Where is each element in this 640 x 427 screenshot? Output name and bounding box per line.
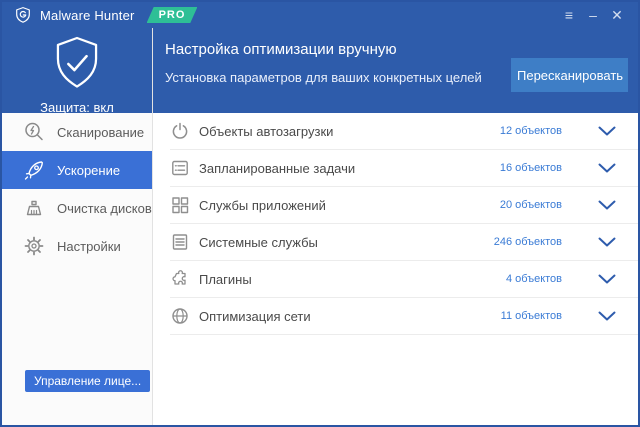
object-count: 4 объектов: [506, 273, 562, 285]
chevron-down-icon[interactable]: [598, 311, 616, 322]
object-count: 246 объектов: [494, 236, 562, 248]
window-controls: ≡ – ✕: [558, 5, 628, 25]
sidebar-item-label: Очистка дисков: [57, 201, 152, 216]
app-title: Malware Hunter: [40, 8, 135, 23]
menu-icon[interactable]: ≡: [558, 5, 580, 25]
sidebar-item-label: Ускорение: [57, 163, 120, 178]
list-item-system-services[interactable]: Системные службы 246 объектов: [170, 224, 638, 261]
protection-panel: Защита: вкл: [2, 28, 152, 113]
list-item-application-services[interactable]: Службы приложений 20 объектов: [170, 187, 638, 224]
object-count: 11 объектов: [501, 310, 562, 322]
sidebar: Защита: вкл Сканирование: [2, 28, 153, 425]
pro-badge: PRO: [147, 7, 198, 23]
task-list-icon: [170, 158, 190, 178]
object-count: 12 объектов: [500, 125, 562, 137]
list-item-label: Системные службы: [199, 235, 485, 250]
list-item-label: Плагины: [199, 272, 497, 287]
sidebar-menu: Сканирование Ускорение: [2, 113, 152, 265]
list-item-label: Запланированные задачи: [199, 161, 491, 176]
chevron-down-icon[interactable]: [598, 274, 616, 285]
sidebar-item-settings[interactable]: Настройки: [2, 227, 152, 265]
broom-icon: [22, 196, 46, 220]
protection-shield-check-icon: [51, 35, 103, 98]
globe-icon: [170, 306, 190, 326]
sidebar-item-label: Сканирование: [57, 125, 144, 140]
chevron-down-icon[interactable]: [598, 200, 616, 211]
app-grid-icon: [170, 195, 190, 215]
list-item-label: Объекты автозагрузки: [199, 124, 491, 139]
list-item-startup-objects[interactable]: Объекты автозагрузки 12 объектов: [170, 113, 638, 150]
chevron-down-icon[interactable]: [598, 163, 616, 174]
minimize-icon[interactable]: –: [582, 5, 604, 25]
document-lines-icon: [170, 232, 190, 252]
sidebar-item-disk-cleanup[interactable]: Очистка дисков: [2, 189, 152, 227]
list-item-scheduled-tasks[interactable]: Запланированные задачи 16 объектов: [170, 150, 638, 187]
rocket-icon: [22, 158, 46, 182]
optimization-list: Объекты автозагрузки 12 объектов: [153, 113, 638, 335]
object-count: 20 объектов: [500, 199, 562, 211]
app-logo-shield-icon: [14, 6, 32, 24]
list-item-plugins[interactable]: Плагины 4 объектов: [170, 261, 638, 298]
sidebar-item-label: Настройки: [57, 239, 121, 254]
gear-icon: [22, 234, 46, 258]
app-window: Malware Hunter PRO ≡ – ✕ Защита: вкл: [0, 0, 640, 427]
rescan-button[interactable]: Пересканировать: [511, 58, 628, 92]
list-item-network-optimization[interactable]: Оптимизация сети 11 объектов: [170, 298, 638, 335]
page-title: Настройка оптимизации вручную: [165, 41, 638, 58]
license-management-button[interactable]: Управление лице...: [25, 370, 150, 392]
sidebar-item-scan[interactable]: Сканирование: [2, 113, 152, 151]
scan-lightning-icon: [22, 120, 46, 144]
list-item-label: Оптимизация сети: [199, 309, 492, 324]
titlebar: Malware Hunter PRO ≡ – ✕: [2, 2, 638, 28]
power-icon: [170, 121, 190, 141]
object-count: 16 объектов: [500, 162, 562, 174]
chevron-down-icon[interactable]: [598, 126, 616, 137]
chevron-down-icon[interactable]: [598, 237, 616, 248]
list-item-label: Службы приложений: [199, 198, 491, 213]
puzzle-icon: [170, 269, 190, 289]
close-icon[interactable]: ✕: [606, 5, 628, 25]
main-header: Настройка оптимизации вручную Установка …: [153, 28, 638, 113]
sidebar-item-boost[interactable]: Ускорение: [2, 151, 152, 189]
main-panel: Настройка оптимизации вручную Установка …: [153, 28, 638, 425]
